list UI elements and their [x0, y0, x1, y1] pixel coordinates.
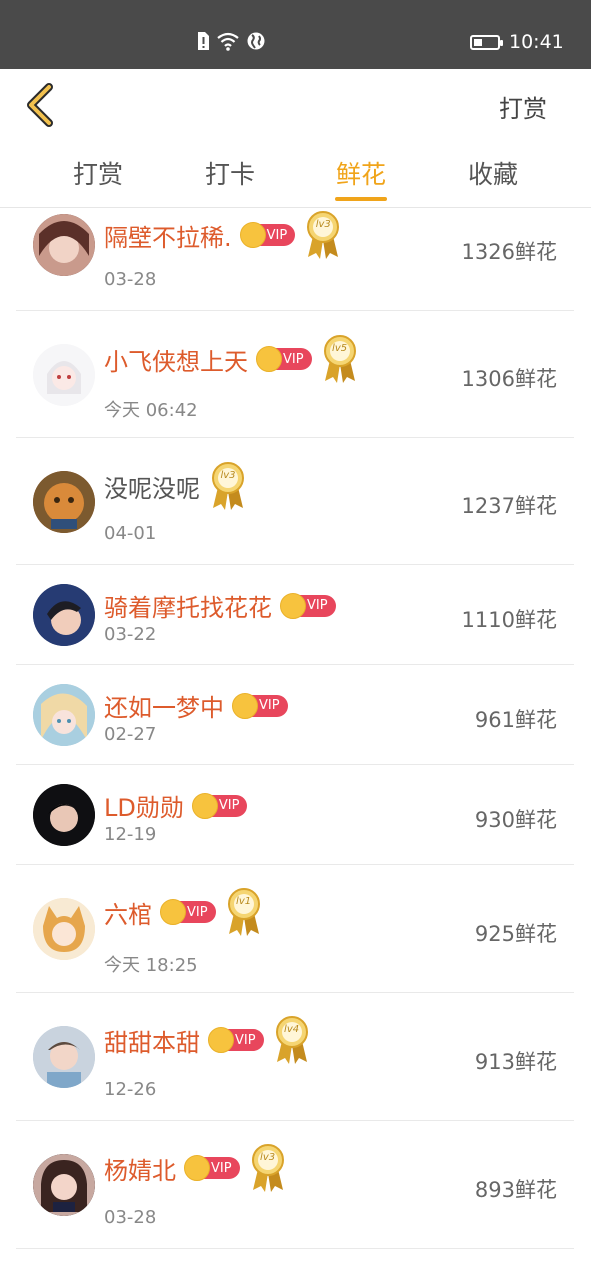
level-medal-icon: lv1	[226, 887, 262, 937]
level-label: lv3	[220, 470, 236, 481]
battery-level	[474, 39, 482, 46]
avatar	[33, 1026, 95, 1088]
avatar	[33, 898, 95, 960]
tab-flowers[interactable]: 鲜花	[311, 155, 411, 191]
list-item[interactable]: 甜甜本甜 VIP lv4 12-26 913鲜花	[16, 993, 574, 1121]
level-label: lv5	[332, 343, 348, 354]
crown-icon	[184, 1155, 210, 1181]
avatar	[33, 214, 95, 276]
flower-count: 1110鲜花	[461, 608, 557, 632]
header: 打赏	[0, 69, 591, 141]
vip-badge: VIP	[184, 1155, 240, 1181]
user-name: 骑着摩托找花花	[104, 594, 272, 622]
list-item[interactable]: 隔壁不拉稀. VIP lv3 03-28 1326鲜花	[16, 208, 574, 311]
vip-badge: VIP	[232, 692, 288, 719]
reward-date: 12-19	[104, 824, 157, 845]
tab-checkin[interactable]: 打卡	[180, 155, 280, 191]
user-name: 甜甜本甜	[104, 1028, 200, 1057]
user-name: 六棺	[104, 900, 152, 929]
level-medal-icon: lv4	[274, 1015, 310, 1065]
reward-action-button[interactable]: 打赏	[499, 89, 547, 124]
status-icons	[196, 31, 266, 51]
chevron-left-icon	[27, 83, 53, 127]
user-name: 杨婧北	[104, 1156, 176, 1185]
level-medal-icon: lv3	[305, 210, 341, 260]
list-item[interactable]: 骑着摩托找花花 VIP 03-22 1110鲜花	[16, 565, 574, 665]
active-tab-indicator	[335, 197, 387, 201]
flower-count: 1326鲜花	[461, 240, 557, 264]
level-medal-icon: lv5	[322, 334, 358, 384]
crown-icon	[280, 592, 306, 619]
tab-favorites[interactable]: 收藏	[443, 155, 543, 191]
level-label: lv3	[315, 219, 331, 230]
status-bar: 10:41	[0, 0, 591, 69]
vip-badge: VIP	[280, 592, 336, 619]
user-name: 还如一梦中	[104, 694, 224, 722]
level-medal-icon: lv3	[250, 1143, 286, 1193]
flower-count: 930鲜花	[474, 808, 557, 832]
user-name: LD勋勋	[104, 794, 184, 822]
list-item[interactable]: LD勋勋 VIP 12-19 930鲜花	[16, 765, 574, 865]
user-name: 隔壁不拉稀.	[104, 223, 232, 252]
wifi-icon	[217, 32, 239, 51]
reward-date: 今天 18:25	[104, 955, 198, 976]
vip-badge: VIP	[160, 899, 216, 925]
crown-icon	[191, 792, 218, 819]
reward-date: 12-26	[104, 1079, 157, 1100]
level-label: lv1	[236, 896, 252, 907]
level-label: lv3	[260, 1152, 276, 1163]
level-label: lv4	[284, 1024, 300, 1035]
avatar	[33, 584, 95, 646]
avatar	[33, 344, 95, 406]
vip-badge: VIP	[239, 222, 296, 248]
avatar	[33, 784, 95, 846]
flower-count: 893鲜花	[474, 1178, 557, 1202]
avatar	[33, 1154, 95, 1216]
list-item[interactable]: 杨婧北 VIP lv3 03-28 893鲜花	[16, 1121, 574, 1249]
reward-date: 04-01	[104, 523, 157, 544]
reward-date: 02-27	[104, 724, 157, 745]
flower-ranking-list: 隔壁不拉稀. VIP lv3 03-28 1326鲜花 小飞侠想上天 VIP l…	[0, 208, 591, 1280]
globe-icon	[247, 32, 265, 50]
reward-date: 03-22	[104, 624, 157, 645]
reward-date: 03-28	[104, 269, 157, 290]
sim-alert-icon	[198, 32, 209, 50]
flower-count: 913鲜花	[474, 1050, 557, 1074]
flower-count: 961鲜花	[474, 708, 557, 732]
flower-count: 1237鲜花	[461, 494, 557, 518]
user-name: 小飞侠想上天	[104, 347, 248, 376]
tab-reward[interactable]: 打赏	[48, 155, 148, 191]
vip-badge: VIP	[208, 1027, 264, 1053]
list-item[interactable]: 还如一梦中 VIP 02-27 961鲜花	[16, 665, 574, 765]
list-item[interactable]: 没呢没呢 lv3 04-01 1237鲜花	[16, 438, 574, 565]
flower-count: 1306鲜花	[461, 367, 557, 391]
list-item[interactable]: 小飞侠想上天 VIP lv5 今天 06:42 1306鲜花	[16, 311, 574, 438]
user-name: 没呢没呢	[104, 474, 200, 503]
level-medal-icon: lv3	[210, 461, 246, 511]
avatar	[33, 471, 95, 533]
crown-icon	[160, 899, 186, 925]
back-button[interactable]	[18, 81, 62, 129]
status-time: 10:41	[509, 31, 564, 53]
avatar	[33, 684, 95, 746]
crown-icon	[208, 1027, 234, 1053]
reward-date: 今天 06:42	[104, 400, 198, 421]
reward-date: 03-28	[104, 1207, 157, 1228]
crown-icon	[256, 346, 282, 372]
vip-badge: VIP	[256, 346, 312, 372]
list-item[interactable]: 六棺 VIP lv1 今天 18:25 925鲜花	[16, 865, 574, 993]
flower-count: 925鲜花	[474, 922, 557, 946]
tab-bar: 打赏 打卡 鲜花 收藏	[0, 141, 591, 208]
battery-icon	[470, 35, 503, 50]
vip-badge: VIP	[191, 792, 248, 819]
crown-icon	[232, 692, 258, 719]
crown-icon	[239, 222, 266, 248]
